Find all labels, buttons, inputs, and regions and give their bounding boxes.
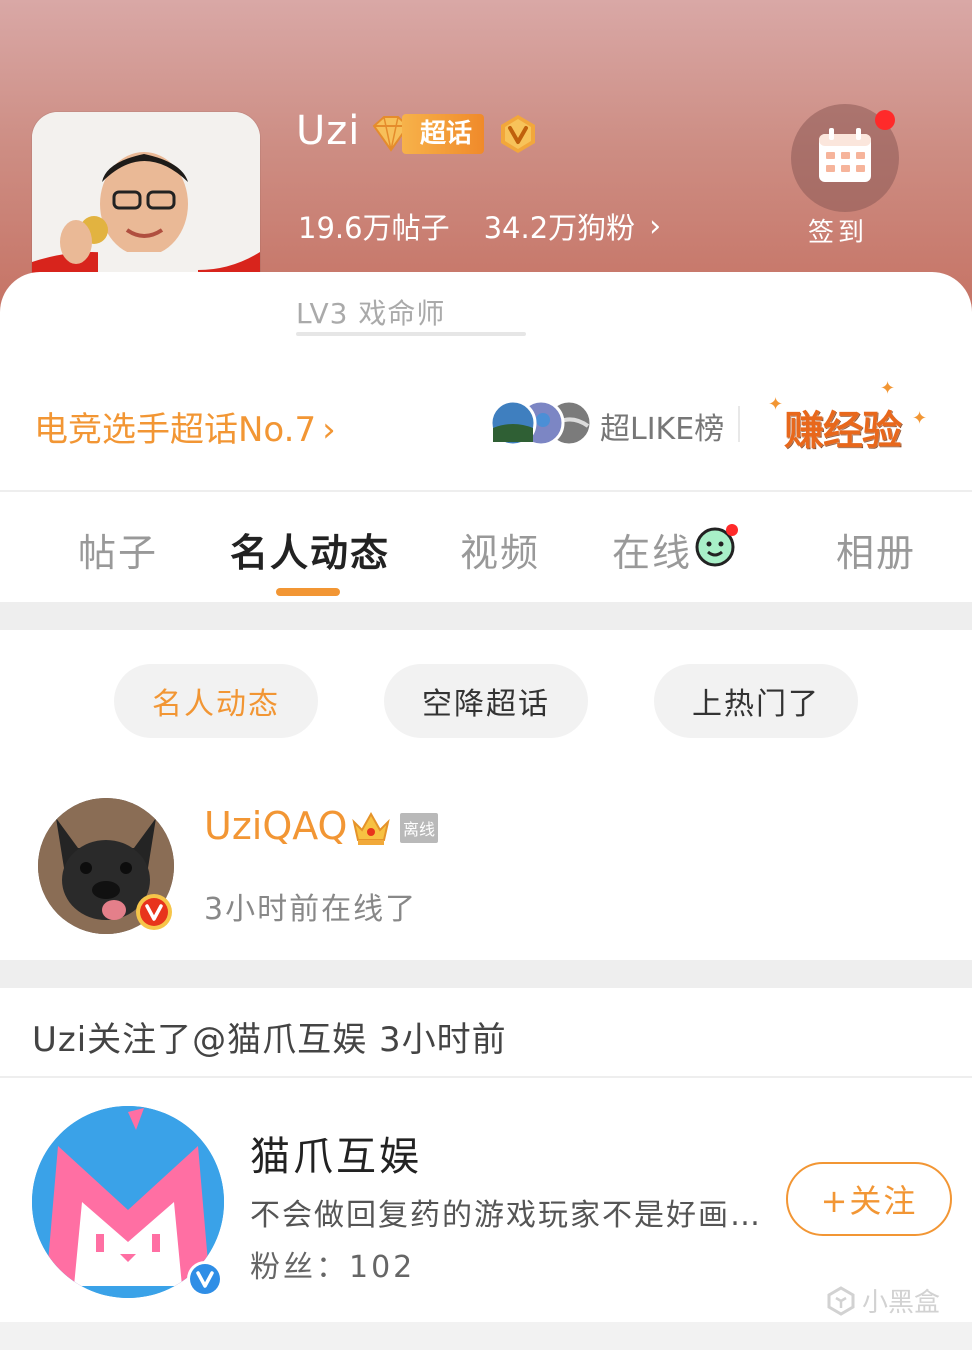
account-name[interactable]: 猫爪互娱 [250,1124,422,1182]
sparkle-icon: ✦ [768,394,784,415]
filter-chip-trending[interactable]: 上热门了 [654,664,858,738]
section-gap [0,602,972,630]
filter-chip-celebrity[interactable]: 名人动态 [114,664,318,738]
sparkle-icon: ✦ [880,378,896,399]
chaohua-label: 超话 [402,114,485,154]
signin-label: 签到 [808,218,869,248]
like-rank-label[interactable]: 超LIKE榜 [600,404,724,448]
like-avatars[interactable] [488,398,594,448]
topic-stats[interactable]: 19.6万帖子 34.2万狗粉 › [298,205,661,247]
xiaoheihe-logo-icon [827,1285,855,1316]
section-gap [0,960,972,988]
verified-v-icon [501,115,535,153]
vip-v-icon [136,894,172,930]
notification-dot [875,110,895,130]
tab-album[interactable]: 相册 [836,522,916,577]
topic-title: Uzi [296,108,361,154]
online-face-icon [695,524,738,567]
tab-posts[interactable]: 帖子 [78,522,158,577]
verified-blue-icon [187,1261,223,1297]
celebrity-name[interactable]: UziQAQ [204,804,347,848]
account-fans: 粉丝：102 [250,1250,416,1285]
level-progress-bar [296,332,526,336]
level-label: LV3 戏命师 [296,297,446,330]
divider [738,406,740,442]
tab-online[interactable]: 在线 [612,522,692,577]
last-online-text: 3小时前在线了 [204,892,418,927]
feed-title[interactable]: Uzi关注了@猫爪互娱 3小时前 [32,1012,507,1061]
signin-button[interactable] [791,104,899,212]
watermark-text: 小黑盒 [862,1288,941,1318]
earn-exp-button[interactable]: 赚经验 [784,398,902,456]
follow-button[interactable]: +关注 [786,1162,952,1236]
crown-icon [352,811,390,845]
filter-chip-airdrop[interactable]: 空降超话 [384,664,588,738]
info-card [0,272,972,492]
post-count: 19.6万帖子 [298,211,450,245]
divider [0,1076,972,1078]
fan-count: 34.2万狗粉 [483,211,636,245]
rank-link[interactable]: 电竞选手超话No.7 › [34,402,336,451]
watermark: 小黑盒 [826,1282,940,1319]
rank-text: 电竞选手超话No.7 [34,410,317,450]
sparkle-icon: ✦ [912,408,928,429]
chevron-right-icon: › [649,208,662,244]
chevron-right-icon: › [322,410,336,450]
active-tab-indicator [276,588,340,596]
offline-badge: 离线 [400,813,438,843]
tab-celebrity[interactable]: 名人动态 [230,522,390,577]
account-description: 不会做回复药的游戏玩家不是好画… [250,1198,762,1233]
tab-video[interactable]: 视频 [460,522,540,577]
chaohua-badge[interactable]: 超话 [368,114,485,154]
